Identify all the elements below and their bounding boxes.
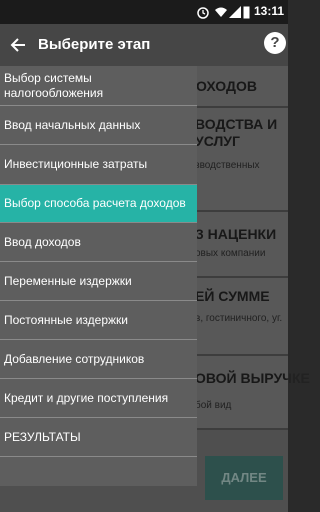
alarm-icon — [197, 7, 209, 19]
drawer-item-tax-system[interactable]: Выбор системы налогообложения — [0, 66, 197, 106]
drawer-item-label: Выбор способа расчета доходов — [4, 196, 186, 210]
app-toolbar: Выберите этап ? — [0, 24, 288, 66]
drawer-item-results[interactable]: РЕЗУЛЬТАТЫ — [0, 418, 197, 457]
status-bar: 13:11 — [0, 0, 288, 24]
drawer-item-label: Ввод доходов — [4, 234, 81, 249]
drawer-item-add-employees[interactable]: Добавление сотрудников — [0, 340, 197, 379]
drawer-item-label: Переменные издержки — [4, 273, 132, 288]
drawer-item-label: Ввод начальных данных — [4, 117, 141, 132]
drawer-item-income-input[interactable]: Ввод доходов — [0, 223, 197, 262]
drawer-item-label: Инвестиционные затраты — [4, 157, 148, 171]
drawer-item-credit[interactable]: Кредит и другие поступления — [0, 379, 197, 418]
back-button[interactable] — [4, 31, 32, 59]
status-time: 13:11 — [253, 4, 284, 18]
drawer-item-label: Кредит и другие поступления — [4, 390, 169, 405]
page-title: Выберите этап — [38, 36, 151, 53]
wifi-icon — [215, 7, 227, 17]
drawer-item-label: Постоянные издержки — [4, 312, 128, 327]
battery-icon — [243, 6, 250, 19]
drawer-item-label: Добавление сотрудников — [4, 351, 145, 366]
navigation-drawer: Выбор системы налогообложения Ввод начал… — [0, 66, 197, 486]
drawer-item-income-method[interactable]: Выбор способа расчета доходов — [0, 185, 197, 223]
drawer-item-variable-costs[interactable]: Переменные издержки — [0, 262, 197, 301]
drawer-item-label: Выбор системы налогообложения — [4, 70, 104, 100]
drawer-item-label: РЕЗУЛЬТАТЫ — [4, 429, 81, 444]
signal-icon — [229, 6, 241, 18]
drawer-item-investment-costs[interactable]: Инвестиционные затраты — [0, 145, 197, 185]
drawer-item-fixed-costs[interactable]: Постоянные издержки — [0, 301, 197, 340]
drawer-item-initial-data[interactable]: Ввод начальных данных — [0, 106, 197, 145]
help-icon[interactable]: ? — [264, 32, 286, 54]
arrow-back-icon — [10, 38, 25, 52]
